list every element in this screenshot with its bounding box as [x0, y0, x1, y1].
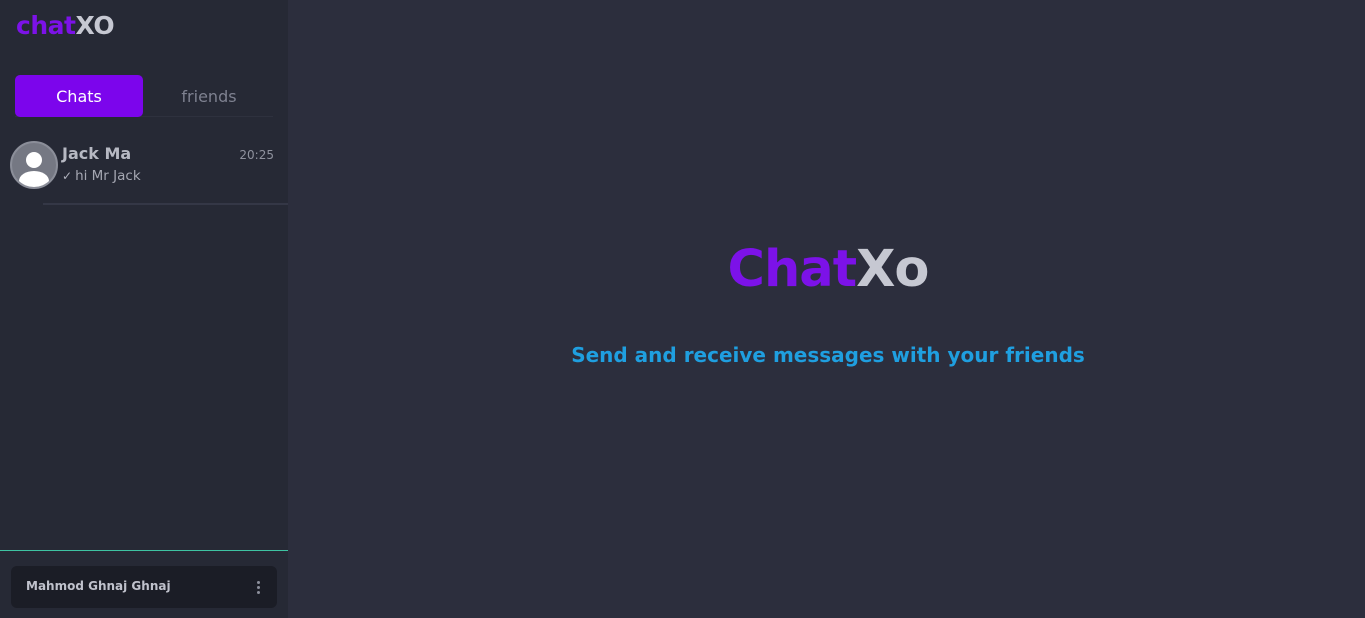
tab-friends[interactable]: friends [145, 75, 273, 117]
chat-contact-name: Jack Ma [62, 144, 132, 163]
welcome-brand: ChatXo [727, 240, 930, 299]
app-logo: chatXO [16, 11, 115, 40]
sidebar: chatXO Chats friends Jack Ma 20:25 ✓ hi … [0, 0, 288, 618]
avatar [10, 141, 58, 189]
more-options-icon[interactable] [254, 579, 262, 595]
main-panel: ChatXo Send and receive messages with yo… [288, 0, 1365, 618]
chat-list-item[interactable]: Jack Ma 20:25 ✓ hi Mr Jack [10, 141, 288, 205]
check-icon: ✓ [62, 169, 73, 183]
chat-preview-text: hi Mr Jack [75, 168, 141, 184]
chat-timestamp: 20:25 [239, 148, 274, 162]
current-user-name: Mahmod Ghnaj Ghnaj [26, 579, 171, 593]
divider [0, 550, 288, 551]
current-user-bar[interactable]: Mahmod Ghnaj Ghnaj [11, 566, 277, 608]
chat-last-message: ✓ hi Mr Jack [62, 168, 141, 184]
tab-bar: Chats friends [15, 75, 273, 117]
tab-chats[interactable]: Chats [15, 75, 143, 117]
divider [43, 203, 288, 205]
user-icon [19, 152, 49, 187]
welcome-tagline: Send and receive messages with your frie… [571, 343, 1085, 367]
